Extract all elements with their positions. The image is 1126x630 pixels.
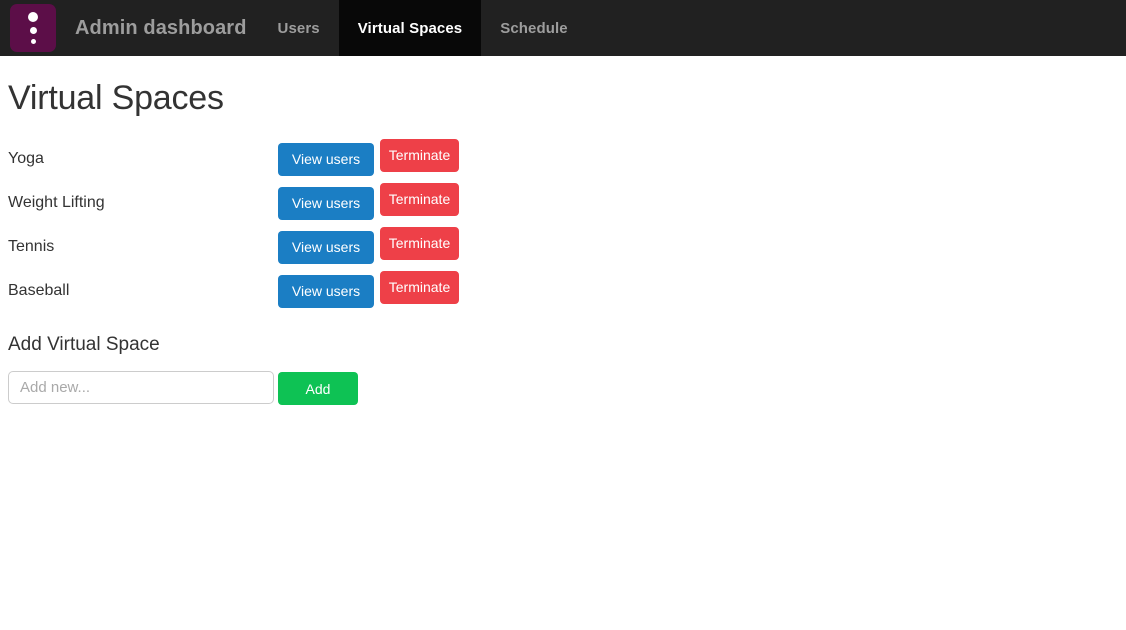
add-virtual-space-section: Add Virtual Space Add: [8, 334, 1118, 405]
terminate-button[interactable]: Terminate: [380, 270, 459, 304]
view-users-button[interactable]: View users: [278, 186, 374, 220]
add-virtual-space-form: Add: [8, 371, 1118, 405]
logo-dot-medium: [29, 27, 37, 34]
space-name: Yoga: [8, 150, 44, 167]
view-users-button[interactable]: View users: [278, 230, 374, 264]
terminate-button[interactable]: Terminate: [380, 226, 459, 260]
three-dots-logo-icon: [10, 4, 56, 52]
table-row: Baseball View users Terminate: [8, 269, 1118, 313]
nav-item-users[interactable]: Users: [259, 0, 339, 56]
row-actions: View users Terminate: [278, 270, 459, 308]
main-content: Virtual Spaces Yoga View users Terminate…: [0, 56, 1126, 405]
space-name: Weight Lifting: [8, 194, 105, 211]
nav-item-schedule[interactable]: Schedule: [481, 0, 587, 56]
nav-item-virtual-spaces[interactable]: Virtual Spaces: [338, 0, 482, 56]
brand-title[interactable]: Admin dashboard: [56, 17, 259, 40]
nav-links: Users Virtual Spaces Schedule: [259, 0, 587, 56]
page-title: Virtual Spaces: [8, 79, 224, 117]
table-row: Weight Lifting View users Terminate: [8, 181, 1118, 225]
logo-dot-small: [30, 39, 36, 44]
table-row: Tennis View users Terminate: [8, 225, 1118, 269]
brand-block[interactable]: Admin dashboard: [0, 0, 259, 56]
terminate-button[interactable]: Terminate: [380, 138, 459, 172]
virtual-space-list: Yoga View users Terminate Weight Lifting…: [8, 137, 1118, 313]
row-actions: View users Terminate: [278, 138, 459, 176]
row-actions: View users Terminate: [278, 182, 459, 220]
space-name: Baseball: [8, 282, 70, 299]
table-row: Yoga View users Terminate: [8, 137, 1118, 181]
row-actions: View users Terminate: [278, 226, 459, 264]
view-users-button[interactable]: View users: [278, 142, 374, 176]
space-name: Tennis: [8, 238, 55, 255]
logo-dot-large: [28, 12, 38, 22]
terminate-button[interactable]: Terminate: [380, 182, 459, 216]
new-space-input[interactable]: [8, 371, 274, 404]
add-section-title: Add Virtual Space: [8, 334, 160, 355]
add-button[interactable]: Add: [278, 372, 358, 405]
view-users-button[interactable]: View users: [278, 274, 374, 308]
top-navbar: Admin dashboard Users Virtual Spaces Sch…: [0, 0, 1126, 56]
